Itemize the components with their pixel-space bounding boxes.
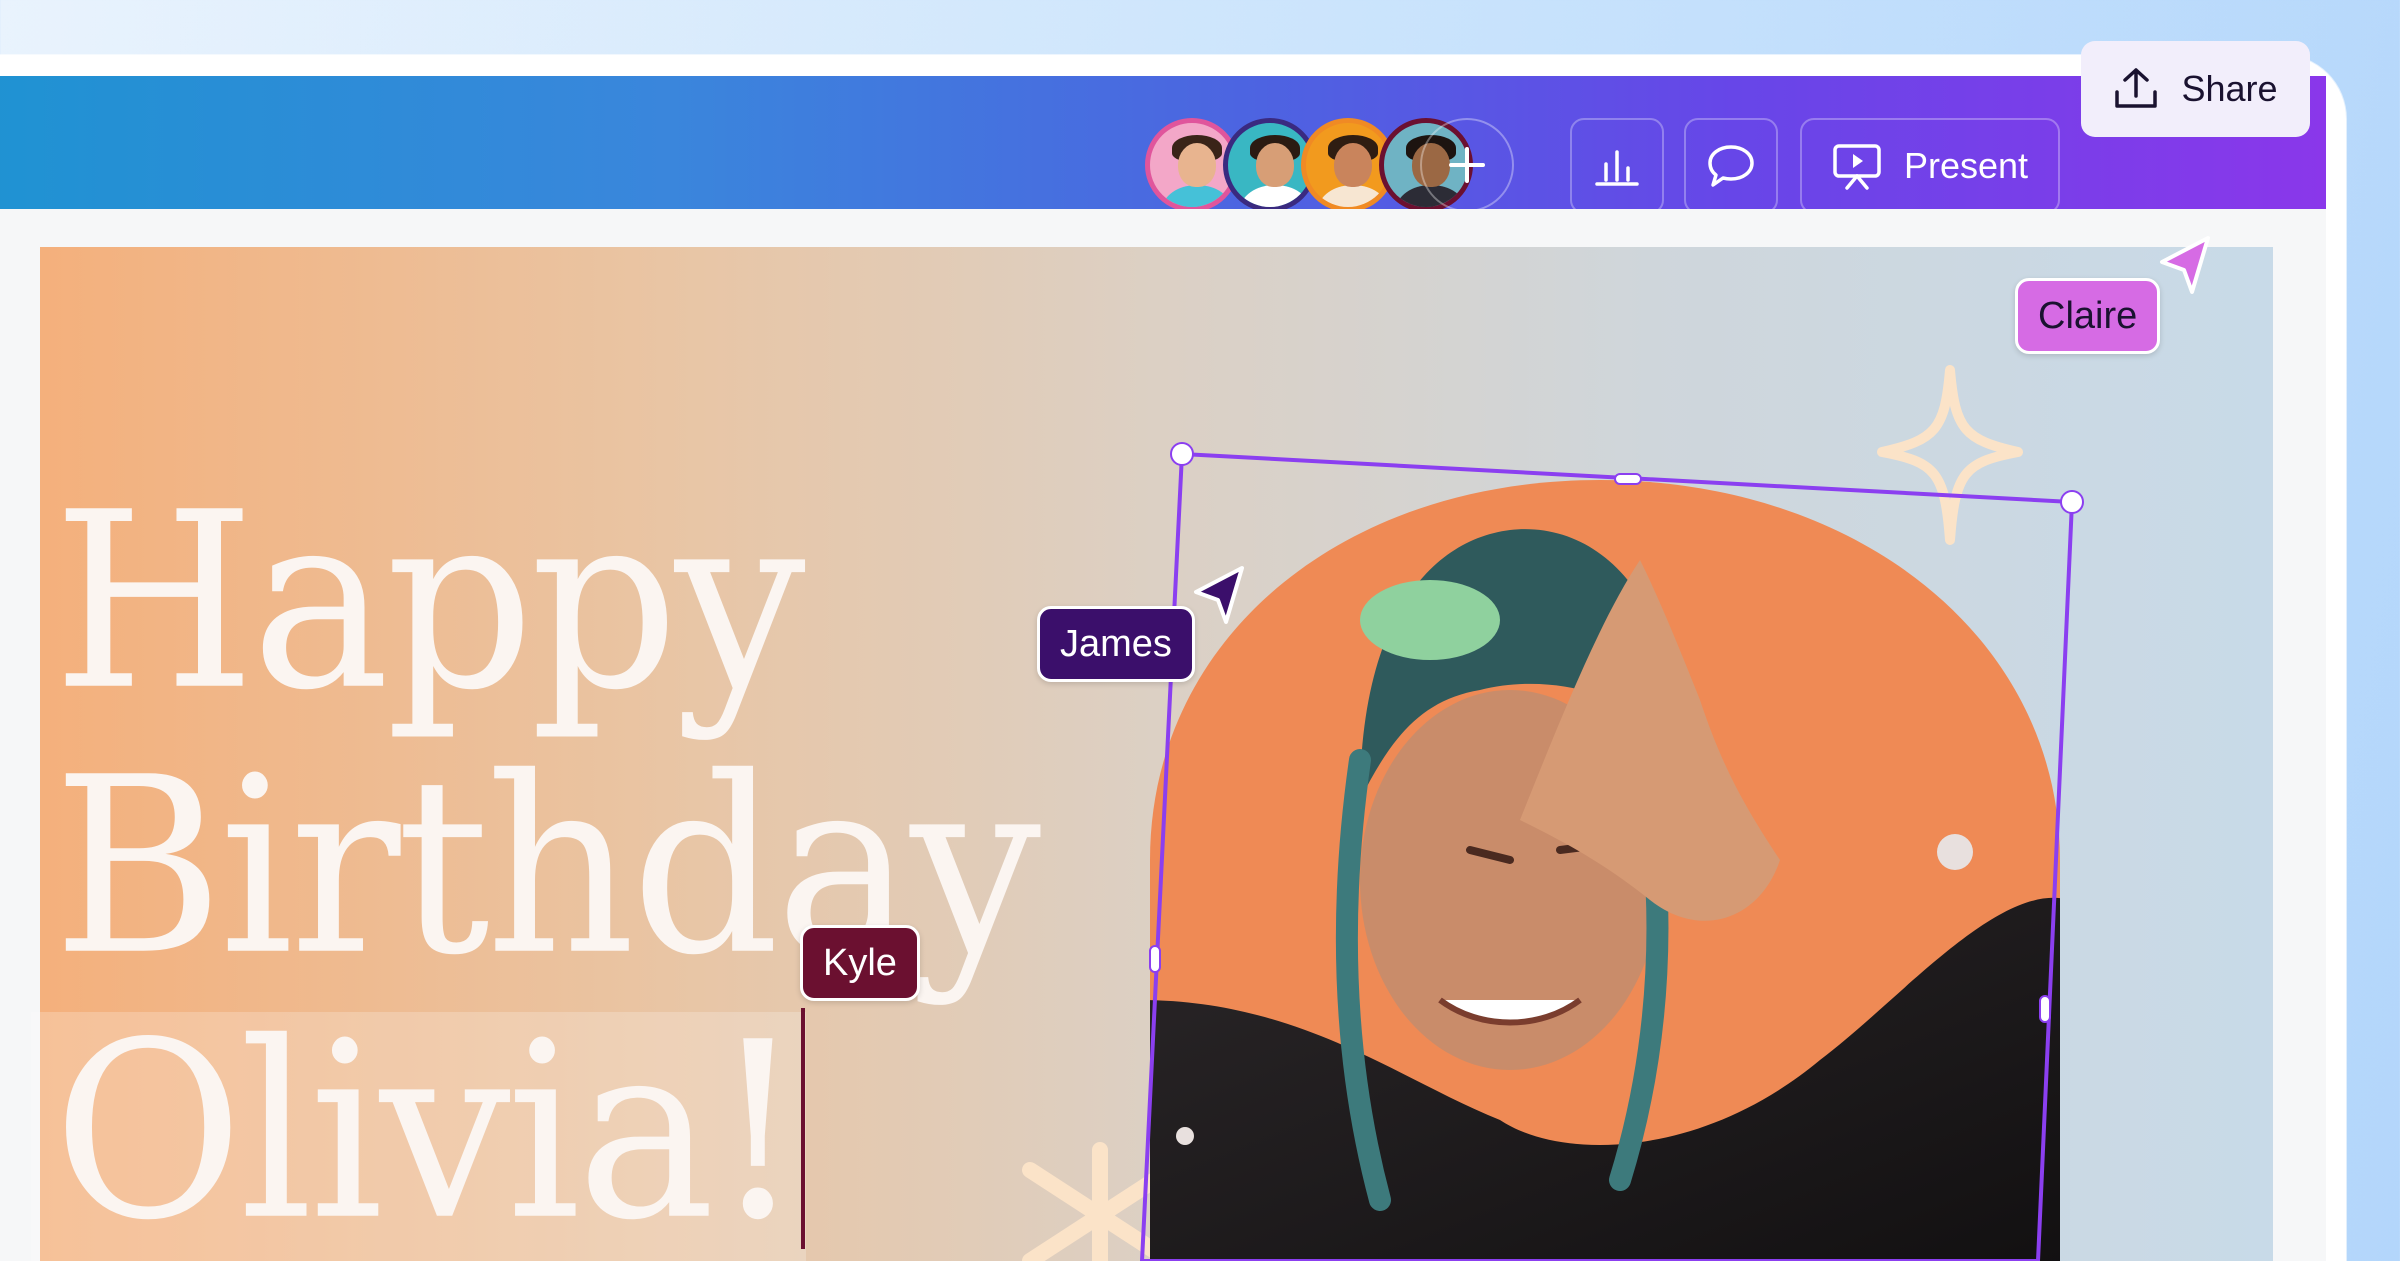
text-cursor xyxy=(801,1008,805,1249)
sparkle-icon xyxy=(1877,365,2023,545)
resize-handle[interactable] xyxy=(2039,995,2051,1023)
cursor-arrow-icon xyxy=(2160,236,2210,294)
resize-handle[interactable] xyxy=(2060,490,2084,514)
resize-handle[interactable] xyxy=(1149,945,1161,973)
heading-line-name[interactable]: Olivia! xyxy=(53,1010,804,1254)
cursor-label-james: James xyxy=(1037,606,1195,682)
resize-handle[interactable] xyxy=(1614,473,1642,485)
asterisk-icon xyxy=(1022,1142,1178,1261)
cursor-label-claire: Claire xyxy=(2015,278,2161,354)
cursor-arrow-icon xyxy=(1194,566,1244,624)
resize-handle[interactable] xyxy=(1170,442,1194,466)
heading-line-happy[interactable]: Happy xyxy=(53,480,806,724)
cursor-label-kyle: Kyle xyxy=(800,925,920,1001)
photo-image[interactable] xyxy=(1140,470,2070,1261)
